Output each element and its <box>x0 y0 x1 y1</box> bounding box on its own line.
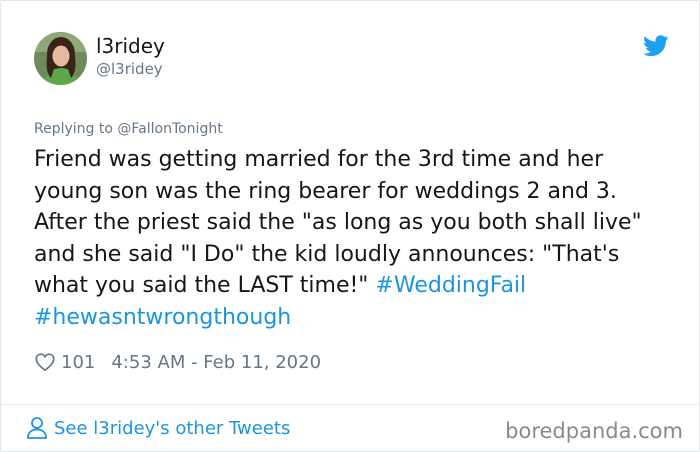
replying-to[interactable]: Replying to @FallonTonight <box>34 121 223 137</box>
divider <box>1 404 699 405</box>
tweet-card: l3ridey @l3ridey Replying to @FallonToni… <box>0 0 700 452</box>
heart-icon[interactable] <box>34 351 56 373</box>
like-count: 101 <box>61 351 96 373</box>
twitter-bird-icon[interactable] <box>643 35 669 57</box>
hashtag-hewasntwrongthough[interactable]: #hewasntwrongthough <box>34 305 291 330</box>
tweet-text: Friend was getting married for the 3rd t… <box>34 144 674 333</box>
timestamp[interactable]: 4:53 AM - Feb 11, 2020 <box>111 352 321 373</box>
see-other-label: See l3ridey's other Tweets <box>54 417 291 439</box>
tweet-body: Friend was getting married for the 3rd t… <box>34 147 642 298</box>
see-other-tweets-link[interactable]: See l3ridey's other Tweets <box>26 416 290 440</box>
user-handle[interactable]: @l3ridey <box>96 60 163 78</box>
avatar[interactable] <box>34 32 87 85</box>
tweet-meta: 101 4:53 AM - Feb 11, 2020 <box>34 351 321 373</box>
display-name[interactable]: l3ridey <box>96 34 165 58</box>
hashtag-weddingfail[interactable]: #WeddingFail <box>375 273 526 298</box>
watermark: boredpanda.com <box>505 419 683 443</box>
person-icon <box>26 416 48 440</box>
